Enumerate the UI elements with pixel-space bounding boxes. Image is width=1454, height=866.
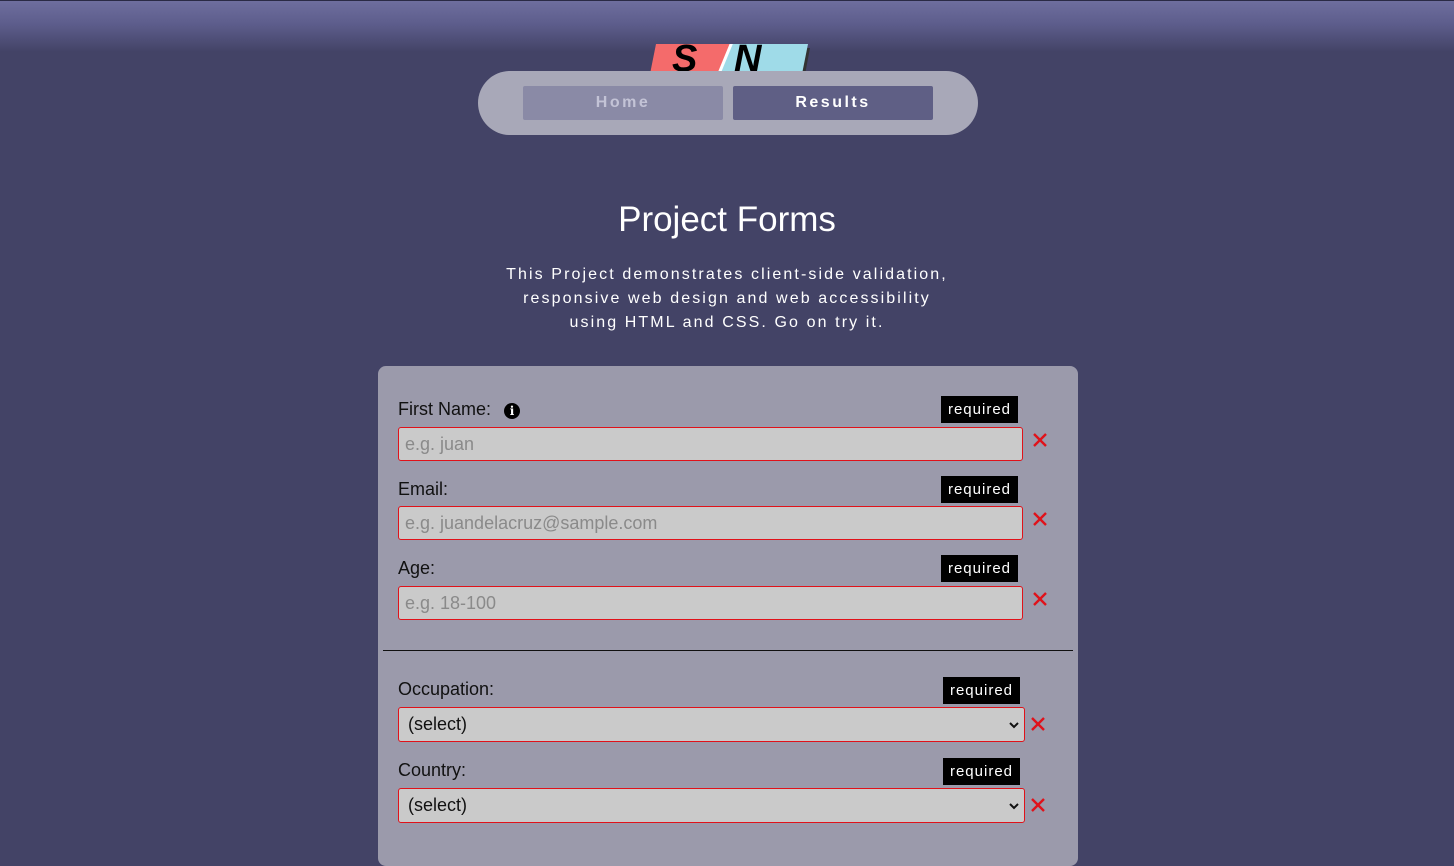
chevron-down-icon — [1009, 722, 1019, 729]
close-icon — [1033, 512, 1047, 526]
email-label: Email: — [398, 479, 449, 499]
nav-home-button[interactable]: Home — [523, 86, 723, 120]
required-badge: required — [941, 396, 1018, 423]
required-badge: required — [941, 555, 1018, 582]
country-label: Country: — [398, 760, 467, 780]
page-title: Project Forms — [618, 200, 836, 239]
required-badge: required — [943, 758, 1020, 785]
required-badge: required — [941, 476, 1018, 503]
intro-line: This Project demonstrates client-side va… — [506, 266, 948, 283]
occupation-select[interactable]: (select) — [398, 707, 1025, 742]
country-select[interactable]: (select) — [398, 788, 1025, 823]
close-icon — [1031, 717, 1045, 731]
email-input[interactable] — [398, 506, 1023, 540]
required-badge: required — [943, 677, 1020, 704]
intro-text: This Project demonstrates client-side va… — [427, 263, 1027, 335]
nav-results-button[interactable]: Results — [733, 86, 933, 120]
close-icon — [1033, 592, 1047, 606]
section-divider — [383, 650, 1073, 651]
occupation-label: Occupation: — [398, 679, 495, 699]
age-label: Age: — [398, 558, 436, 578]
first-name-input[interactable] — [398, 427, 1023, 461]
first-name-label: First Name: — [398, 399, 492, 419]
close-icon — [1033, 433, 1047, 447]
age-input[interactable] — [398, 586, 1023, 620]
occupation-select-value: (select) — [408, 714, 468, 734]
chevron-down-icon — [1009, 803, 1019, 810]
country-select-value: (select) — [408, 795, 468, 815]
info-icon[interactable]: i — [504, 403, 520, 419]
intro-line: responsive web design and web accessibil… — [523, 290, 931, 307]
intro-line: using HTML and CSS. Go on try it. — [569, 314, 885, 331]
close-icon — [1031, 798, 1045, 812]
